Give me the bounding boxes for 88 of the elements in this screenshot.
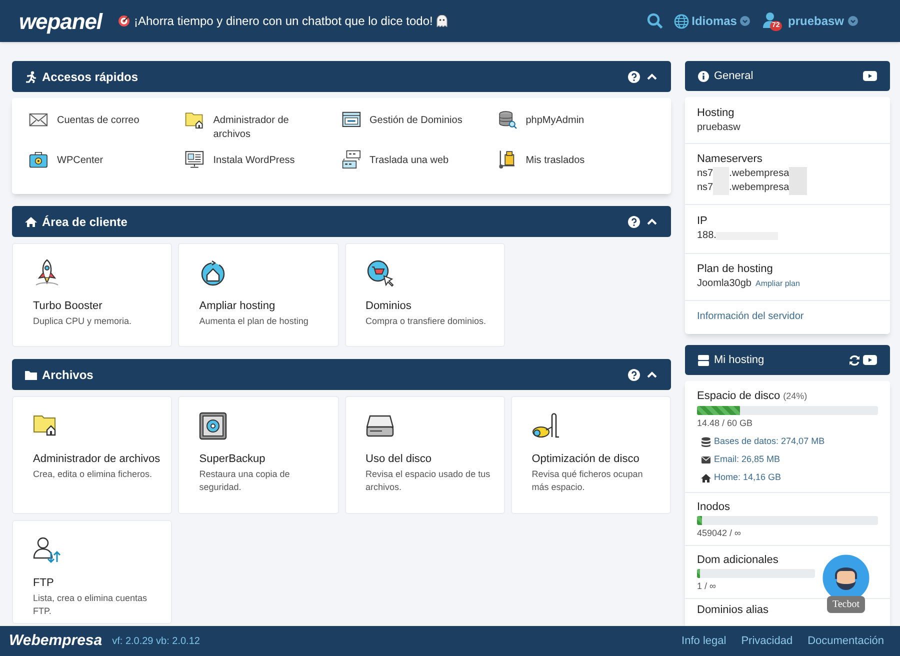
section-header[interactable]: Archivos (12, 359, 671, 390)
chevron-down-icon (740, 16, 750, 26)
usage-reading: 14.48 / 60 GB (697, 417, 754, 429)
nameserver-domain: .webempresa (729, 181, 790, 195)
tool-card[interactable]: Optimización de disco Revisa qué ficheros ocupan más espacio. (510, 396, 671, 514)
quick-access-link[interactable]: Mis traslados (498, 148, 654, 182)
home-icon (701, 472, 711, 482)
tool-card[interactable]: FTP Lista, crea o elimina cuentas FTP. (12, 520, 172, 624)
usage-breakdown-text: Email: 26,85 MB (714, 453, 780, 466)
redacted-block (789, 167, 808, 181)
quick-access-link[interactable]: WPCenter (29, 148, 186, 182)
tool-card[interactable]: Administrador de archivos Crea, edita o elimina ficheros. (12, 396, 172, 514)
nameserver-domain: .webempresa (729, 167, 790, 181)
usage-reading: 1 / ∞ (697, 580, 717, 592)
chatbot-label: Tecbot (827, 596, 865, 613)
help-icon[interactable] (628, 216, 640, 228)
video-icon[interactable] (863, 71, 877, 81)
target-icon (118, 15, 130, 27)
server-icon (698, 354, 709, 366)
rocket-icon (33, 259, 61, 287)
database-icon (701, 436, 711, 446)
field-label: Nameservers (697, 152, 764, 167)
footer-link[interactable]: Privacidad (741, 632, 793, 650)
redacted-block (789, 181, 808, 195)
quick-access-link[interactable]: Gestión de Dominios (342, 108, 498, 142)
globe-icon (674, 14, 689, 28)
usage-breakdown-text: Bases de datos: 274,07 MB (714, 435, 825, 448)
logo: wepanel (19, 8, 102, 36)
chatbot-button[interactable]: Tecbot (821, 553, 871, 613)
quick-access-link[interactable]: phpMyAdmin (498, 108, 654, 142)
running-person-icon (25, 70, 37, 82)
promo-text: ¡Ahorra tiempo y dinero con un chatbot que lo dice todo! (134, 13, 433, 30)
tool-card[interactable]: Turbo Booster Duplica CPU y memoria. (12, 243, 172, 347)
field-label: Plan de hosting (697, 262, 774, 277)
section-title: General (714, 68, 754, 84)
section-header[interactable]: Accesos rápidos (12, 61, 671, 92)
logo: Webempresa (9, 630, 102, 651)
field-label: IP (697, 214, 708, 229)
tool-card[interactable]: Ampliar hosting Aumenta el plan de hosting (178, 243, 338, 347)
quick-access-link[interactable]: Administrador de archivos (185, 108, 342, 142)
section-header[interactable]: Área de cliente (12, 206, 671, 237)
field-value: pruebasw (697, 121, 742, 135)
tool-card[interactable]: SuperBackup Restaura una copia de seguridad. (178, 396, 338, 514)
section-header[interactable]: General (685, 61, 890, 91)
field-label: Dom adicionales (697, 553, 780, 567)
circular-arrow-home-icon (199, 259, 228, 287)
home-icon (25, 216, 37, 228)
info-icon (698, 70, 709, 82)
field-label: Dominios alias (697, 603, 769, 617)
ghost-icon (436, 15, 448, 27)
field-value: 188. (697, 229, 716, 243)
field-label: Hosting (697, 106, 736, 121)
help-icon[interactable] (628, 368, 640, 380)
language-menu[interactable]: Idiomas (674, 12, 750, 30)
section-title: Archivos (42, 366, 94, 384)
nameserver-prefix: ns7 (697, 181, 714, 195)
section-header[interactable]: Mi hosting (685, 345, 890, 375)
version-text: vf: 2.0.29 vb: 2.0.12 (112, 634, 200, 648)
percent-text: (24%) (783, 391, 808, 401)
upgrade-plan-link[interactable]: Ampliar plan (755, 277, 800, 291)
search-icon[interactable] (646, 13, 663, 29)
nameserver-prefix: ns7 (697, 167, 714, 181)
refresh-icon[interactable] (849, 354, 860, 366)
footer-link[interactable]: Info legal (682, 632, 726, 650)
footer-link[interactable]: Documentación (808, 632, 884, 650)
help-icon[interactable] (628, 70, 640, 82)
field-label: Inodos (697, 500, 732, 514)
chevron-down-icon (848, 16, 858, 26)
folder-icon (25, 368, 37, 380)
tool-card[interactable]: Uso del disco Revisa el espacio usado de tus archivos. (344, 396, 505, 514)
tool-card[interactable]: Dominios Compra o transfiere dominios. (344, 243, 505, 347)
field-value: Joomla30gb (697, 277, 752, 291)
usage-reading: 459042 / ∞ (697, 527, 742, 539)
section-title: Área de cliente (42, 214, 128, 230)
quick-access-link[interactable]: Traslada una web (342, 148, 498, 182)
field-label: Espacio de disco (697, 390, 780, 402)
safe-icon (199, 412, 228, 440)
quick-access-link[interactable]: Cuentas de correo (29, 108, 186, 142)
vacuum-cleaner-icon (532, 412, 560, 440)
usage-breakdown-text: Home: 14,16 GB (714, 471, 782, 484)
cart-cursor-icon (366, 259, 394, 287)
section-title: Mi hosting (714, 352, 764, 368)
server-info-link[interactable]: Información del servidor (697, 311, 804, 322)
video-icon[interactable] (863, 355, 877, 365)
quick-access-link[interactable]: Instala WordPress (185, 148, 342, 182)
section-title: Accesos rápidos (42, 68, 138, 86)
envelope-icon (701, 454, 711, 464)
user-transfer-icon (33, 536, 61, 564)
